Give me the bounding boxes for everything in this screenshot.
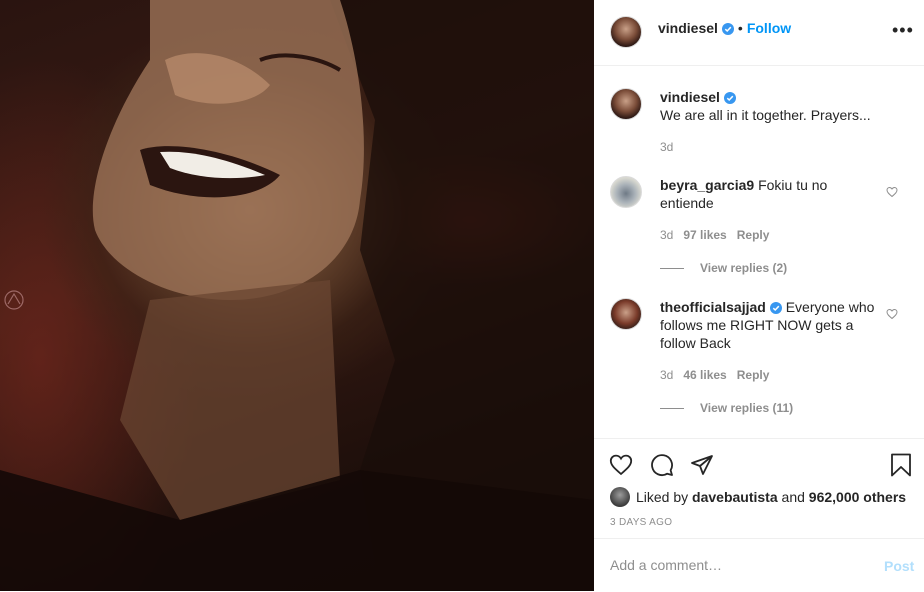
like-heart-icon[interactable] — [608, 453, 634, 477]
share-paper-plane-icon[interactable] — [690, 453, 714, 477]
caption: vindiesel We are all in it together. Pra… — [610, 88, 906, 158]
comment-username[interactable]: theofficialsajjad — [660, 299, 766, 315]
post-header: vindiesel • Follow ••• — [594, 0, 924, 66]
comment-time[interactable]: 3d — [660, 228, 673, 242]
owner-username[interactable]: vindiesel — [658, 20, 718, 36]
comment-likes[interactable]: 97 likes — [683, 228, 726, 242]
more-options-icon[interactable]: ••• — [892, 20, 914, 41]
comment-like-icon[interactable] — [886, 186, 898, 198]
comment-likes[interactable]: 46 likes — [683, 368, 726, 382]
replies-line — [660, 408, 684, 410]
replies-line — [660, 268, 684, 270]
caption-avatar[interactable] — [610, 88, 642, 120]
comment-like-icon[interactable] — [886, 308, 898, 320]
caption-meta: 3d — [660, 140, 683, 154]
comment-username[interactable]: beyra_garcia9 — [660, 177, 754, 193]
verified-badge-icon — [721, 23, 734, 35]
likes-count[interactable]: 962,000 others — [809, 489, 906, 505]
photo-artwork — [0, 0, 594, 591]
comment-text-block: beyra_garcia9 Fokiu tu no entiende — [660, 176, 882, 212]
comment-meta: 3d 46 likes Reply — [660, 368, 779, 382]
reply-button[interactable]: Reply — [737, 228, 770, 242]
view-replies-button[interactable]: View replies (11) — [660, 401, 793, 415]
liked-by-prefix: Liked by — [636, 489, 689, 505]
view-replies-button[interactable]: View replies (2) — [660, 261, 787, 275]
post-comment-button[interactable]: Post — [884, 558, 914, 574]
owner-avatar[interactable] — [610, 16, 642, 48]
comment-item: beyra_garcia9 Fokiu tu no entiende 3d 97 … — [610, 176, 906, 286]
view-replies-label: View replies (2) — [700, 261, 788, 275]
liked-by-and: and — [781, 489, 805, 505]
comment-avatar[interactable] — [610, 176, 642, 208]
post-time-ago[interactable]: 3 DAYS AGO — [610, 517, 672, 528]
comment-item: theofficialsajjad Everyone who follows m… — [610, 298, 906, 428]
liker-avatar[interactable] — [610, 487, 630, 507]
post-actions: Liked by davebautista and 962,000 others… — [594, 438, 924, 539]
comments-list[interactable]: vindiesel We are all in it together. Pra… — [594, 66, 924, 438]
follow-button[interactable]: Follow — [747, 20, 791, 36]
liked-by-user[interactable]: davebautista — [692, 489, 778, 505]
verified-badge-icon — [769, 302, 782, 314]
owner-line: vindiesel • Follow — [658, 20, 791, 36]
caption-text: We are all in it together. Prayers... — [660, 107, 871, 123]
comment-bubble-icon[interactable] — [649, 453, 675, 477]
verified-badge-icon — [723, 92, 736, 104]
add-comment-input[interactable] — [610, 555, 860, 575]
save-bookmark-icon[interactable] — [890, 453, 912, 477]
comment-time[interactable]: 3d — [660, 368, 673, 382]
reply-button[interactable]: Reply — [737, 368, 770, 382]
add-comment-bar: Post — [594, 538, 924, 592]
caption-time[interactable]: 3d — [660, 140, 673, 154]
comment-text-block: theofficialsajjad Everyone who follows m… — [660, 298, 882, 352]
view-replies-label: View replies (11) — [700, 401, 794, 415]
post-photo[interactable] — [0, 0, 594, 591]
separator-dot: • — [737, 20, 743, 36]
caption-username[interactable]: vindiesel — [660, 89, 720, 105]
comment-avatar[interactable] — [610, 298, 642, 330]
post-side-panel: vindiesel • Follow ••• vindiesel We are al… — [594, 0, 924, 591]
caption-text-block: vindiesel We are all in it together. Pra… — [660, 88, 882, 124]
comment-meta: 3d 97 likes Reply — [660, 228, 779, 242]
liked-by-line: Liked by davebautista and 962,000 others — [610, 487, 906, 507]
